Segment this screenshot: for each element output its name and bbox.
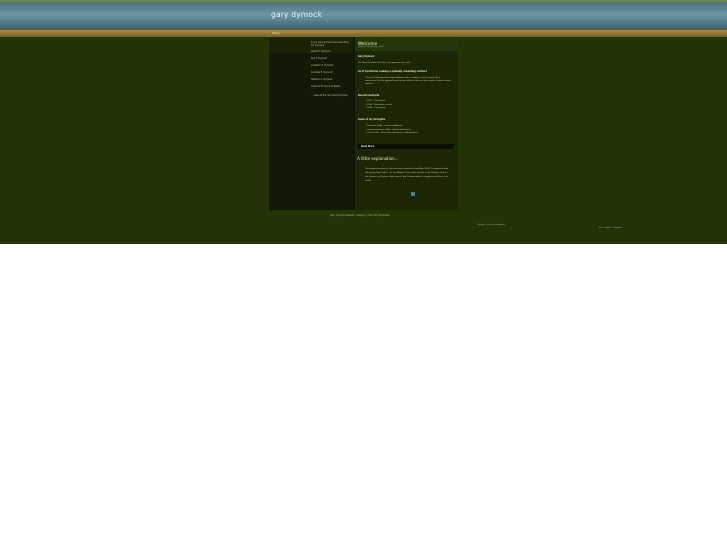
main-content: Welcome Posted 2nd January, 2012 Gary Dy… bbox=[355, 37, 458, 210]
badge-icon[interactable] bbox=[411, 192, 415, 196]
content-container: If you have arrived here searching for '… bbox=[269, 37, 458, 210]
read-more-bar[interactable]: Read More bbox=[358, 144, 454, 149]
strengths-list: Technical skills - various platforms Com… bbox=[365, 125, 418, 136]
sidebar-link[interactable]: Heather A. Dymock bbox=[311, 78, 340, 85]
explanation-text: The original version of this site was cr… bbox=[365, 168, 449, 182]
post-date: Posted 2nd January, 2012 bbox=[358, 46, 384, 48]
list-item: Client skills - delivering solutions to … bbox=[365, 132, 418, 136]
contracts-list: 2011 - Consultant 2009 - Education secto… bbox=[365, 100, 392, 111]
sidebar-view-all-link[interactable]: ... view all the recorded Dymocks bbox=[311, 94, 348, 97]
post-header: Welcome Posted 2nd January, 2012 bbox=[355, 37, 458, 51]
footer-text: Gary Dymock Website - Design by Free CSS… bbox=[330, 214, 390, 217]
contracts-heading: Recent Contracts bbox=[358, 94, 380, 97]
contractor-heading: An IT Contractor seeking a mutually rewa… bbox=[358, 70, 427, 73]
sidebar-link[interactable]: Jonathan H. Dymock bbox=[311, 64, 340, 71]
explanation-title: A little explanation... bbox=[357, 156, 399, 161]
footer-note-right[interactable]: Free website template bbox=[599, 227, 622, 229]
list-item: 2008 - Consultant bbox=[365, 107, 392, 111]
intro-text: I'm Gary Dymock and this is my place on … bbox=[358, 62, 411, 64]
sidebar-link-list: Albert E. Dymock Kay F. Dymock Jonathan … bbox=[311, 50, 340, 92]
site-title[interactable]: gary dymock bbox=[271, 10, 322, 19]
read-more-link[interactable]: Read More bbox=[361, 144, 374, 149]
strengths-heading: Some of my strengths bbox=[358, 118, 386, 121]
nav-bar: Home bbox=[0, 30, 727, 37]
nav-home-link[interactable]: Home bbox=[272, 30, 280, 37]
page-background: gary dymock Home If you have arrived her… bbox=[0, 0, 727, 244]
intro-heading: Gary Dymock bbox=[358, 55, 375, 58]
sidebar: If you have arrived here searching for '… bbox=[269, 37, 353, 210]
sidebar-link[interactable]: Amanda E. Dymock bbox=[311, 71, 340, 78]
sidebar-intro: If you have arrived here searching for '… bbox=[311, 41, 349, 47]
contractor-quote: "I'm an IT Manager/Developer/Analyst who… bbox=[365, 77, 451, 85]
footer-note-left[interactable]: Design: free css templates bbox=[477, 224, 505, 226]
sidebar-link[interactable]: Kay F. Dymock bbox=[311, 57, 340, 64]
site-header: gary dymock bbox=[0, 2, 727, 30]
sidebar-link[interactable]: Florence M. Dymock Beale bbox=[311, 85, 340, 92]
sidebar-link[interactable]: Albert E. Dymock bbox=[311, 50, 340, 57]
